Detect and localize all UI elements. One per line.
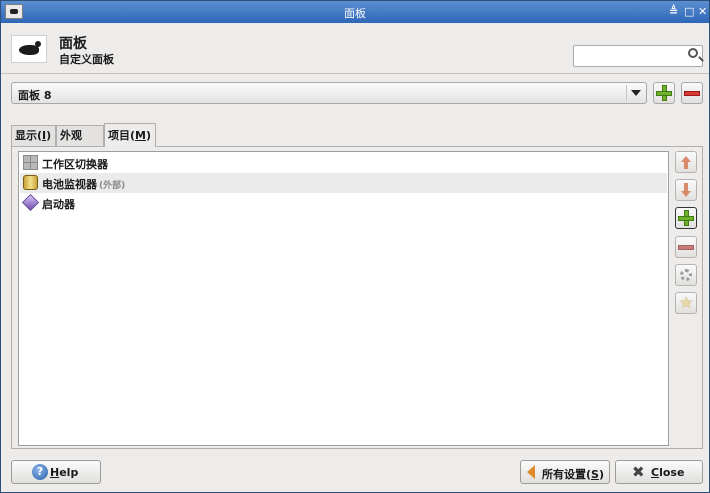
remove-icon (678, 245, 694, 250)
move-up-button[interactable] (675, 151, 697, 173)
help-button-label: Help (50, 466, 79, 479)
external-note: (外部) (99, 181, 126, 191)
workspace-switcher-icon (23, 155, 38, 170)
all-settings-label: 所有设置(S) (542, 468, 604, 481)
list-item[interactable]: 工作区切换器 (20, 153, 667, 173)
back-arrow-icon (527, 465, 535, 479)
remove-item-button[interactable] (675, 236, 697, 258)
help-button[interactable]: ? Help (11, 460, 101, 484)
close-button[interactable]: ✖ Close (615, 460, 703, 484)
battery-icon (23, 175, 38, 190)
title-bar[interactable]: 面板 ≜ □ ✕ (1, 1, 709, 23)
header-subtitle: 自定义面板 (59, 53, 114, 66)
add-panel-button[interactable] (653, 82, 675, 104)
mouse-logo-icon (11, 35, 47, 63)
search-icon[interactable] (688, 48, 698, 58)
header-divider (1, 73, 709, 74)
launcher-icon (22, 194, 39, 211)
shade-button[interactable]: ≜ (669, 4, 678, 19)
items-list[interactable]: 工作区切换器 电池监视器 (外部) 启动器 (18, 151, 669, 446)
close-button-label: Close (651, 466, 685, 479)
close-icon: ✖ (632, 463, 645, 481)
list-item-label: 电池监视器 (外部) (42, 178, 126, 191)
list-item-label: 工作区切换器 (42, 158, 108, 171)
panel-dropdown[interactable]: 面板 8 (11, 82, 647, 104)
all-settings-button[interactable]: 所有设置(S) (520, 460, 610, 484)
panel-dropdown-value: 面板 8 (18, 89, 52, 102)
remove-icon (684, 91, 700, 96)
remove-panel-button[interactable] (681, 82, 703, 104)
close-window-button[interactable]: ✕ (698, 4, 707, 19)
about-item-button[interactable] (675, 292, 697, 314)
list-item-label: 启动器 (42, 198, 75, 211)
dropdown-arrow-icon[interactable] (626, 85, 643, 101)
add-item-button[interactable] (675, 207, 697, 229)
search-input[interactable] (573, 45, 703, 67)
list-item[interactable]: 启动器 (20, 193, 667, 213)
tab-items[interactable]: 项目(M) (104, 123, 156, 147)
header-title: 面板 (59, 36, 87, 52)
panel-settings-window: 面板 ≜ □ ✕ 面板 自定义面板 面板 8 显示(I) 外观(N) 项目(M)… (0, 0, 710, 493)
move-down-button[interactable] (675, 179, 697, 201)
maximize-button[interactable]: □ (684, 4, 694, 19)
dialog-header: 面板 自定义面板 (1, 23, 709, 73)
list-item[interactable]: 电池监视器 (外部) (20, 173, 667, 193)
item-settings-button[interactable] (675, 264, 697, 286)
help-icon: ? (32, 464, 48, 480)
window-title: 面板 (344, 7, 366, 20)
tab-display[interactable]: 显示(I) (11, 125, 56, 146)
tab-appearance[interactable]: 外观(N) (56, 125, 104, 162)
